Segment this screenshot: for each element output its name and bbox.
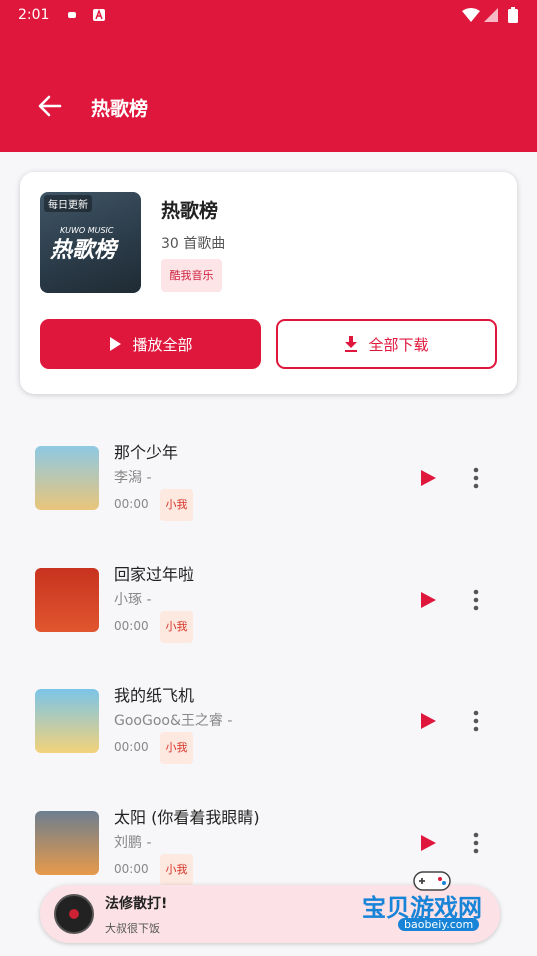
song-source-tag: 小我 — [160, 732, 193, 764]
song-title: 我的纸飞机 — [114, 686, 195, 705]
more-vert-icon[interactable] — [466, 588, 486, 612]
song-thumbnail — [35, 446, 99, 510]
more-vert-icon[interactable] — [466, 831, 486, 855]
song-source-tag: 小我 — [160, 853, 193, 886]
song-source-tag: 小我 — [160, 610, 193, 643]
back-arrow-icon[interactable] — [36, 92, 64, 120]
playlist-source-tag: 酷我音乐 — [161, 259, 222, 292]
mini-player-title: 法修散打! — [105, 896, 168, 912]
status-bar: 2:01 — [0, 0, 537, 32]
app-a-icon — [93, 9, 105, 21]
download-all-label: 全部下载 — [368, 335, 429, 354]
song-title: 回家过年啦 — [114, 564, 195, 584]
wifi-icon — [462, 8, 480, 22]
song-thumbnail — [35, 810, 99, 875]
song-thumbnail — [35, 567, 99, 632]
watermark-logo: 宝贝游戏网 baobeiy.com — [360, 868, 510, 940]
more-vert-icon[interactable] — [466, 466, 486, 490]
song-row[interactable]: 我的纸飞机 GooGoo&王之睿 - 00:00 小我 — [0, 675, 537, 796]
download-icon — [345, 336, 358, 352]
playlist-count: 30 首歌曲 — [161, 236, 226, 252]
song-row[interactable]: 回家过年啦小琢 - 00:00 小我 — [0, 554, 537, 675]
song-artist: 刘鹏 - — [114, 834, 152, 851]
playlist-cover: 每日更新 KUWO MUSIC 热歌榜 — [40, 192, 141, 293]
play-icon[interactable] — [418, 590, 438, 610]
cover-badge: 每日更新 — [44, 195, 92, 212]
playlist-card: 每日更新 KUWO MUSIC 热歌榜 热歌榜 30 首歌曲 酷我音乐 播放全部… — [20, 172, 517, 394]
song-title: 那个少年 — [114, 443, 179, 462]
play-icon[interactable] — [418, 468, 438, 488]
signal-icon — [484, 8, 498, 22]
song-source-tag: 小我 — [160, 489, 193, 521]
more-vert-icon[interactable] — [466, 709, 486, 733]
playlist-title: 热歌榜 — [161, 200, 219, 222]
song-duration: 00:00 — [114, 618, 149, 633]
download-all-button[interactable]: 全部下载 — [276, 319, 497, 369]
play-all-button[interactable]: 播放全部 — [40, 319, 261, 369]
notification-icon — [68, 12, 76, 18]
page-title: 热歌榜 — [91, 98, 149, 120]
app-bar: 热歌榜 — [0, 32, 537, 152]
song-duration: 00:00 — [114, 861, 149, 876]
play-icon[interactable] — [418, 833, 438, 853]
play-icon — [110, 337, 122, 351]
song-thumbnail — [35, 689, 99, 753]
song-artist: 小琢 - — [114, 591, 152, 608]
song-title: 太阳 (你看着我眼睛) — [114, 807, 260, 827]
song-artist: GooGoo&王之睿 - — [114, 713, 233, 729]
song-duration: 00:00 — [114, 497, 149, 511]
play-icon[interactable] — [418, 711, 438, 731]
battery-icon — [508, 7, 518, 23]
mini-player-artist: 大叔很下饭 — [105, 922, 160, 935]
watermark-url: baobeiy.com — [398, 918, 480, 931]
play-all-label: 播放全部 — [132, 335, 193, 354]
status-time: 2:01 — [18, 7, 50, 23]
now-playing-disc — [54, 894, 94, 934]
song-row[interactable]: 那个少年李潟 - 00:00 小我 — [0, 432, 537, 553]
song-duration: 00:00 — [114, 740, 149, 754]
song-artist: 李潟 - — [114, 470, 152, 486]
cover-text: 热歌榜 — [50, 238, 117, 263]
